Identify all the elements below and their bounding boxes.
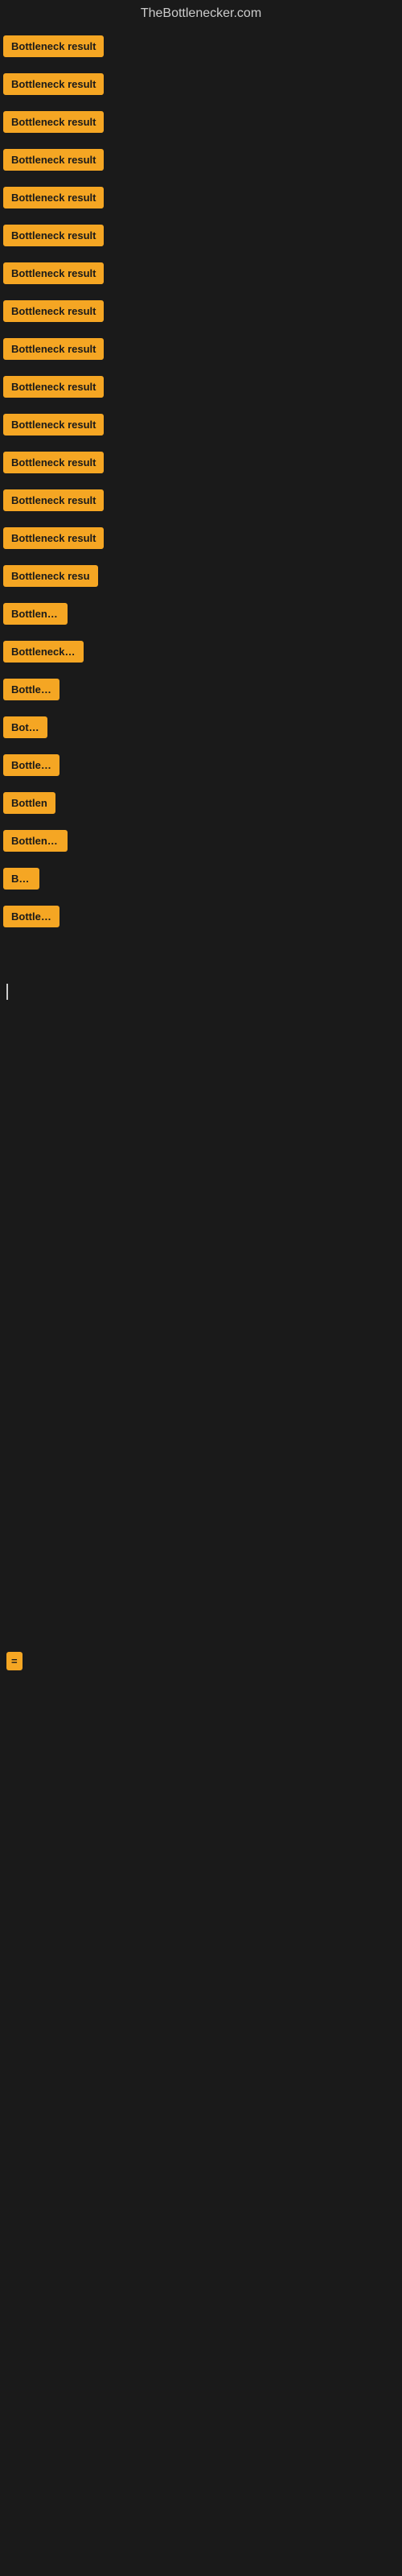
bottleneck-item[interactable]: Bottleneck result xyxy=(0,519,402,557)
bottleneck-badge: Bottleneck xyxy=(3,603,68,625)
bottleneck-badge: Bottleneck result xyxy=(3,376,104,398)
bottleneck-item[interactable]: Bottlene xyxy=(0,746,402,784)
bottleneck-item[interactable]: Bottleneck result xyxy=(0,179,402,217)
bottleneck-badge: Bottleneck re xyxy=(3,641,84,663)
bottleneck-item[interactable]: Bottleneck result xyxy=(0,103,402,141)
bottleneck-item[interactable]: Bottleneck result xyxy=(0,27,402,65)
bottleneck-badge: Bottlene xyxy=(3,754,59,776)
bottleneck-item[interactable]: Bottle xyxy=(0,708,402,746)
bottleneck-badge: Bottleneck result xyxy=(3,149,104,171)
footer-badge: = xyxy=(6,1652,23,1670)
bottleneck-item[interactable]: Bottleneck result xyxy=(0,217,402,254)
bottleneck-item[interactable]: Bottleneck result xyxy=(0,368,402,406)
bottleneck-item[interactable]: Bottlene xyxy=(0,898,402,935)
bottleneck-item[interactable]: Bottleneck result xyxy=(0,292,402,330)
bottleneck-badge: Bottleneck resu xyxy=(3,565,98,587)
bottleneck-badge: Bottleneck xyxy=(3,830,68,852)
bottleneck-item[interactable]: Bottleneck resu xyxy=(0,557,402,595)
bottleneck-item[interactable]: Bottleneck result xyxy=(0,65,402,103)
bottleneck-badge: Bottleneck result xyxy=(3,73,104,95)
bottleneck-item[interactable]: Bottleneck result xyxy=(0,406,402,444)
bottleneck-badge: Bottleneck result xyxy=(3,452,104,473)
bottleneck-badge: Bottleneck result xyxy=(3,187,104,208)
bottleneck-item[interactable]: Bottleneck xyxy=(0,822,402,860)
bottleneck-item[interactable]: Bottleneck result xyxy=(0,254,402,292)
bottleneck-badge: Bottlene xyxy=(3,679,59,700)
site-title: TheBottlenecker.com xyxy=(0,0,402,27)
bottleneck-badge: Bottleneck result xyxy=(3,338,104,360)
bottleneck-item[interactable]: Bottleneck result xyxy=(0,141,402,179)
bottleneck-badge: Bottleneck result xyxy=(3,527,104,549)
cursor-indicator xyxy=(6,984,8,1000)
bottleneck-item[interactable]: Bottleneck result xyxy=(0,481,402,519)
bottleneck-badge: Bottleneck result xyxy=(3,414,104,436)
bottleneck-badge: Bottlene xyxy=(3,906,59,927)
bottleneck-badge: Bottle xyxy=(3,716,47,738)
bottleneck-badge: Bottlen xyxy=(3,792,55,814)
bottleneck-badge: Bottleneck result xyxy=(3,225,104,246)
bottleneck-item[interactable]: Bottleneck re xyxy=(0,633,402,671)
bottleneck-badge: Bottleneck result xyxy=(3,35,104,57)
bottleneck-item[interactable]: Bottleneck result xyxy=(0,330,402,368)
bottleneck-badge: Bott xyxy=(3,868,39,890)
bottleneck-item[interactable]: Bottleneck result xyxy=(0,444,402,481)
bottleneck-badge: Bottleneck result xyxy=(3,262,104,284)
bottleneck-item[interactable]: Bott xyxy=(0,860,402,898)
bottleneck-item[interactable]: Bottleneck xyxy=(0,595,402,633)
bottleneck-badge: Bottleneck result xyxy=(3,300,104,322)
bottleneck-item[interactable]: Bottlen xyxy=(0,784,402,822)
bottleneck-badge: Bottleneck result xyxy=(3,111,104,133)
bottleneck-item[interactable]: Bottlene xyxy=(0,671,402,708)
bottleneck-badge: Bottleneck result xyxy=(3,489,104,511)
